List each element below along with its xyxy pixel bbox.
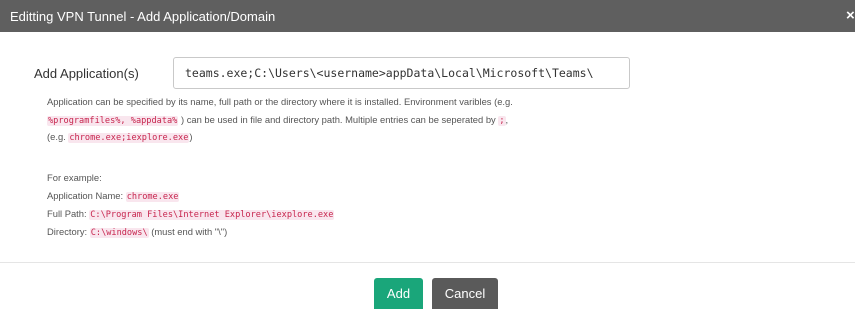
example-heading: For example: — [47, 172, 102, 184]
help-text: , — [505, 114, 509, 125]
example-full-path: Full Path: C:\Program Files\Internet Exp… — [47, 208, 335, 221]
close-icon[interactable]: × — [846, 8, 855, 24]
help-text: ) — [189, 131, 193, 142]
help-text: (e.g. — [47, 131, 69, 142]
application-name-code: chrome.exe — [125, 192, 180, 202]
help-text: Full Path: — [47, 208, 90, 219]
footer-divider — [0, 262, 855, 263]
help-text: Directory: — [47, 226, 90, 237]
env-variables-code: %programfiles%, %appdata% — [47, 116, 179, 126]
cancel-button[interactable]: Cancel — [432, 278, 498, 309]
full-path-code: C:\Program Files\Internet Explorer\iexpl… — [89, 210, 335, 220]
add-application-label: Add Application(s) — [34, 66, 139, 81]
help-text: Application Name: — [47, 190, 126, 201]
help-text: (must end with "\") — [148, 226, 228, 237]
add-application-input[interactable] — [173, 57, 630, 89]
dialog-titlebar: Editting VPN Tunnel - Add Application/Do… — [0, 0, 855, 32]
separator-code: ; — [498, 116, 506, 126]
example-application-name: Application Name: chrome.exe — [47, 190, 180, 203]
help-line-3: (e.g. chrome.exe;iexplore.exe) — [47, 131, 193, 144]
add-button[interactable]: Add — [374, 278, 423, 309]
help-text: ) can be used in file and directory path… — [178, 114, 499, 125]
help-text: Application can be specified by its name… — [47, 96, 513, 107]
example-directory: Directory: C:\windows\ (must end with "\… — [47, 226, 227, 239]
help-line-1: Application can be specified by its name… — [47, 96, 513, 108]
dialog-title: Editting VPN Tunnel - Add Application/Do… — [10, 9, 276, 24]
example-entries-code: chrome.exe;iexplore.exe — [68, 133, 190, 143]
vpn-tunnel-dialog: Editting VPN Tunnel - Add Application/Do… — [0, 0, 855, 309]
help-text: For example: — [47, 172, 102, 183]
directory-code: C:\windows\ — [89, 228, 149, 238]
help-line-2: %programfiles%, %appdata% ) can be used … — [47, 114, 508, 127]
